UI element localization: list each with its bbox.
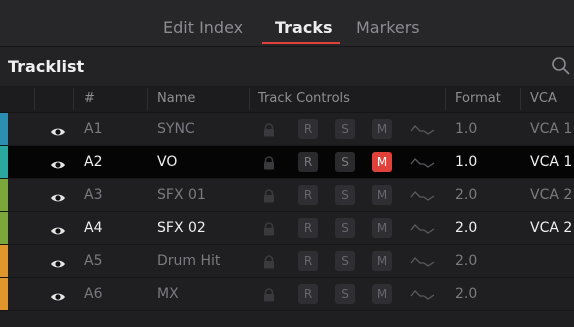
waveform-icon[interactable] bbox=[410, 121, 436, 137]
track-row[interactable]: A2 VO R S M 1.0 VCA 1 bbox=[0, 146, 574, 179]
track-id: A5 bbox=[84, 253, 103, 269]
track-row[interactable]: A4 SFX 02 R S M 2.0 VCA 2 bbox=[0, 212, 574, 245]
track-name: VO bbox=[157, 154, 178, 170]
lock-icon[interactable] bbox=[262, 254, 276, 269]
mute-button[interactable]: M bbox=[372, 218, 392, 238]
lock-icon[interactable] bbox=[262, 155, 276, 170]
column-vca[interactable]: VCA bbox=[530, 91, 557, 106]
track-color-bar bbox=[0, 212, 8, 244]
track-row[interactable]: A5 Drum Hit R S M 2.0 bbox=[0, 245, 574, 278]
track-vca[interactable]: VCA 2 bbox=[530, 187, 572, 203]
waveform-icon[interactable] bbox=[410, 253, 436, 269]
record-button[interactable]: R bbox=[298, 185, 318, 205]
mute-button[interactable]: M bbox=[372, 119, 392, 139]
column-name[interactable]: Name bbox=[157, 91, 195, 106]
panel-header: Tracklist bbox=[0, 47, 574, 87]
solo-button[interactable]: S bbox=[335, 119, 355, 139]
track-vca[interactable]: VCA 2 bbox=[530, 220, 572, 236]
eye-icon[interactable] bbox=[50, 255, 66, 268]
track-id: A2 bbox=[84, 154, 103, 170]
tab-bar: Edit Index Tracks Markers bbox=[0, 0, 574, 47]
lock-icon[interactable] bbox=[262, 122, 276, 137]
record-button[interactable]: R bbox=[298, 251, 318, 271]
track-vca[interactable]: VCA 1 bbox=[530, 154, 572, 170]
track-name: SFX 02 bbox=[157, 220, 206, 236]
column-divider bbox=[73, 88, 74, 110]
lock-icon[interactable] bbox=[262, 287, 276, 302]
track-format[interactable]: 1.0 bbox=[455, 154, 477, 170]
waveform-icon[interactable] bbox=[410, 220, 436, 236]
track-color-bar bbox=[0, 113, 8, 145]
track-color-bar bbox=[0, 245, 8, 277]
mute-button[interactable]: M bbox=[372, 152, 392, 172]
tab-markers[interactable]: Markers bbox=[356, 18, 420, 37]
waveform-icon[interactable] bbox=[410, 286, 436, 302]
lock-icon[interactable] bbox=[262, 188, 276, 203]
eye-icon[interactable] bbox=[50, 123, 66, 136]
track-name: MX bbox=[157, 286, 179, 302]
solo-button[interactable]: S bbox=[335, 152, 355, 172]
track-format[interactable]: 2.0 bbox=[455, 286, 477, 302]
track-name: SYNC bbox=[157, 121, 195, 137]
column-number[interactable]: # bbox=[84, 91, 95, 106]
eye-icon[interactable] bbox=[50, 222, 66, 235]
column-divider bbox=[445, 88, 446, 110]
eye-icon[interactable] bbox=[50, 288, 66, 301]
track-format[interactable]: 2.0 bbox=[455, 220, 477, 236]
mute-button[interactable]: M bbox=[372, 251, 392, 271]
track-row[interactable]: A6 MX R S M 2.0 bbox=[0, 278, 574, 311]
record-button[interactable]: R bbox=[298, 284, 318, 304]
record-button[interactable]: R bbox=[298, 218, 318, 238]
track-format[interactable]: 2.0 bbox=[455, 187, 477, 203]
column-header: # Name Track Controls Format VCA bbox=[0, 86, 574, 113]
solo-button[interactable]: S bbox=[335, 185, 355, 205]
eye-icon[interactable] bbox=[50, 156, 66, 169]
solo-button[interactable]: S bbox=[335, 284, 355, 304]
waveform-icon[interactable] bbox=[410, 187, 436, 203]
track-color-bar bbox=[0, 179, 8, 211]
track-color-bar bbox=[0, 146, 8, 178]
waveform-icon[interactable] bbox=[410, 154, 436, 170]
lock-icon[interactable] bbox=[262, 221, 276, 236]
eye-icon[interactable] bbox=[50, 189, 66, 202]
track-id: A6 bbox=[84, 286, 103, 302]
tab-tracks[interactable]: Tracks bbox=[275, 18, 333, 37]
solo-button[interactable]: S bbox=[335, 218, 355, 238]
column-format[interactable]: Format bbox=[455, 91, 501, 106]
column-divider bbox=[147, 88, 148, 110]
track-row[interactable]: A3 SFX 01 R S M 2.0 VCA 2 bbox=[0, 179, 574, 212]
track-format[interactable]: 1.0 bbox=[455, 121, 477, 137]
active-tab-indicator bbox=[262, 42, 340, 44]
column-divider bbox=[34, 88, 35, 110]
track-vca[interactable]: VCA 1 bbox=[530, 121, 572, 137]
column-divider bbox=[520, 88, 521, 110]
tab-edit-index[interactable]: Edit Index bbox=[163, 18, 243, 37]
solo-button[interactable]: S bbox=[335, 251, 355, 271]
mute-button[interactable]: M bbox=[372, 185, 392, 205]
track-row[interactable]: A1 SYNC R S M 1.0 VCA 1 bbox=[0, 113, 574, 146]
track-color-bar bbox=[0, 278, 8, 310]
panel-title: Tracklist bbox=[8, 57, 85, 76]
column-divider bbox=[249, 88, 250, 110]
column-track-controls[interactable]: Track Controls bbox=[258, 91, 350, 106]
track-id: A1 bbox=[84, 121, 103, 137]
track-format[interactable]: 2.0 bbox=[455, 253, 477, 269]
record-button[interactable]: R bbox=[298, 119, 318, 139]
track-name: Drum Hit bbox=[157, 253, 221, 269]
track-id: A3 bbox=[84, 187, 103, 203]
record-button[interactable]: R bbox=[298, 152, 318, 172]
mute-button[interactable]: M bbox=[372, 284, 392, 304]
search-icon[interactable] bbox=[551, 56, 571, 76]
track-id: A4 bbox=[84, 220, 103, 236]
track-name: SFX 01 bbox=[157, 187, 206, 203]
